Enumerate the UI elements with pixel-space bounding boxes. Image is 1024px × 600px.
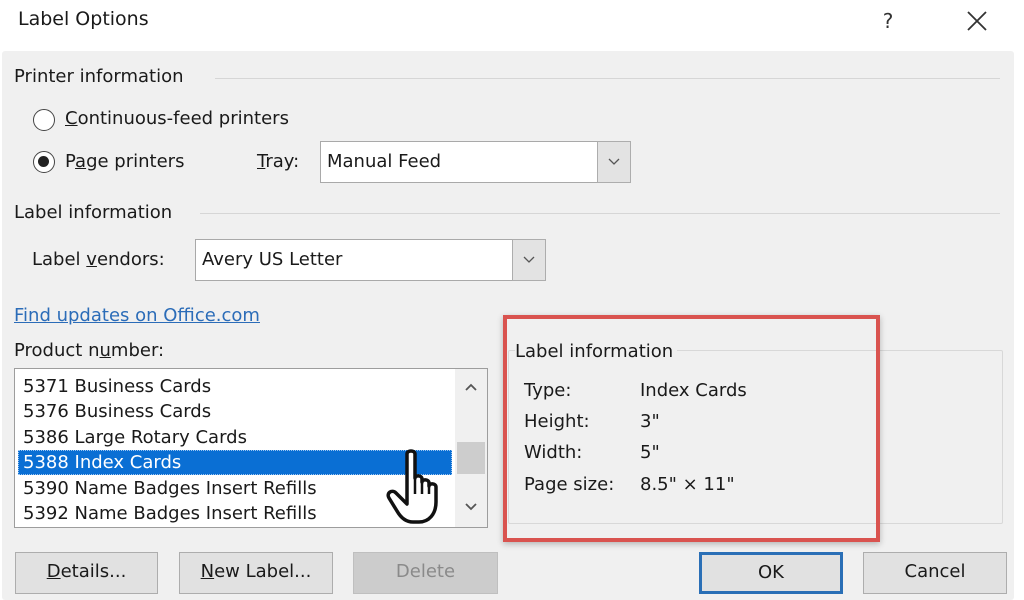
list-item[interactable]: 5376 Business Cards [18,399,452,424]
tray-dropdown[interactable]: Manual Feed [320,141,631,183]
accel-key: u [99,340,111,361]
new-label-button[interactable]: New Label... [179,552,333,594]
help-button[interactable]: ? [872,4,904,38]
label-text: ray: [265,151,300,172]
tray-value: Manual Feed [327,151,442,172]
details-button[interactable]: Details... [15,552,158,594]
chevron-down-icon [523,256,535,263]
chevron-down-icon [465,503,477,511]
printer-info-divider [215,78,1000,79]
delete-button[interactable]: Delete [353,552,498,594]
tray-label: Tray: [257,151,299,172]
height-value: 3" [640,411,660,432]
label-vendors-value: Avery US Letter [202,249,343,270]
label-info-heading: Label information [14,202,181,223]
label-vendors-dropdown[interactable]: Avery US Letter [195,239,546,281]
label-vendors-label: Label vendors: [32,249,165,270]
label-text: Label [32,249,87,270]
close-button[interactable] [958,4,996,38]
accel-key: D [46,561,61,582]
accel-key: v [86,249,97,270]
type-key: Type: [524,380,572,401]
label-info-divider [200,213,1000,214]
label-text: mber: [110,340,165,361]
label-vendors-dropdown-button[interactable] [512,239,546,281]
accel-key: N [200,561,215,582]
continuous-feed-label[interactable]: Continuous-feed printers [65,108,289,129]
label-text: P [65,151,76,172]
page-size-key: Page size: [524,474,615,495]
height-key: Height: [524,411,590,432]
label-text: endors: [96,249,165,270]
continuous-feed-radio[interactable] [33,109,55,131]
scroll-thumb[interactable] [457,442,485,474]
label-details-group [508,350,1003,524]
find-updates-link[interactable]: Find updates on Office.com [14,305,260,326]
button-label: etails... [60,561,127,582]
hand-pointer-cursor-icon [383,448,443,532]
title-bar: Label Options ? [0,0,1024,50]
scroll-down-button[interactable] [461,497,481,517]
width-value: 5" [640,442,660,463]
width-key: Width: [524,442,583,463]
tray-dropdown-button[interactable] [597,141,631,183]
list-item[interactable]: 5371 Business Cards [18,374,452,399]
close-icon [967,11,987,31]
ok-button[interactable]: OK [699,552,843,594]
type-value: Index Cards [640,380,747,401]
cancel-button[interactable]: Cancel [863,552,1007,594]
page-printers-label[interactable]: Page printers [65,151,184,172]
label-text: ontinuous-feed printers [77,108,289,129]
scroll-up-button[interactable] [461,377,481,397]
chevron-up-icon [465,383,477,391]
printer-info-heading: Printer information [14,66,192,87]
page-printers-radio[interactable] [33,151,55,173]
button-label: ew Label... [214,561,312,582]
product-number-label: Product number: [14,340,164,361]
accel-key: a [75,151,87,172]
list-item[interactable]: 5386 Large Rotary Cards [18,425,452,450]
dialog-title: Label Options [18,8,149,30]
page-size-value: 8.5" × 11" [640,474,735,495]
label-text: ge printers [86,151,185,172]
accel-key: C [65,108,78,129]
list-scrollbar[interactable] [455,369,487,527]
label-text: Product n [14,340,100,361]
label-details-heading: Label information [515,341,678,362]
chevron-down-icon [608,158,620,165]
